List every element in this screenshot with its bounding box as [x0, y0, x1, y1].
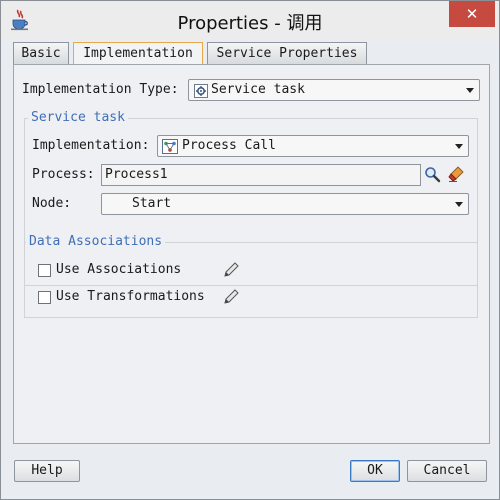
properties-dialog: Properties - 调用 ✕ Basic Implementation S… — [0, 0, 500, 500]
service-task-group-title: Service task — [28, 110, 128, 125]
pencil-icon[interactable] — [222, 261, 240, 279]
tab-basic[interactable]: Basic — [13, 42, 69, 64]
process-field[interactable]: Process1 — [101, 164, 421, 186]
close-button[interactable]: ✕ — [449, 1, 495, 27]
implementation-value: Process Call — [182, 138, 276, 153]
chevron-down-icon — [455, 144, 463, 149]
data-associations-group-title: Data Associations — [26, 234, 166, 249]
use-associations-checkbox[interactable] — [38, 264, 51, 277]
help-button[interactable]: Help — [14, 460, 80, 482]
implementation-type-select[interactable]: Service task — [188, 79, 480, 101]
data-associations-group — [24, 242, 478, 318]
title-bar[interactable]: Properties - 调用 ✕ — [1, 1, 499, 39]
implementation-label: Implementation: — [32, 138, 150, 153]
node-label: Node: — [32, 196, 72, 211]
cancel-button[interactable]: Cancel — [407, 460, 487, 482]
implementation-type-label: Implementation Type: — [22, 82, 179, 97]
chevron-down-icon — [466, 88, 474, 93]
node-select[interactable]: Start — [101, 193, 469, 215]
process-call-icon — [162, 139, 178, 154]
chevron-down-icon — [455, 202, 463, 207]
tab-service-properties[interactable]: Service Properties — [207, 42, 367, 64]
pencil-icon[interactable] — [222, 288, 240, 306]
implementation-panel: Implementation Type: Service task Servic… — [13, 64, 490, 444]
implementation-select[interactable]: Process Call — [157, 135, 469, 157]
use-associations-label[interactable]: Use Associations — [56, 262, 181, 277]
process-label: Process: — [32, 167, 95, 182]
process-value: Process1 — [105, 167, 168, 182]
ok-button[interactable]: OK — [350, 460, 400, 482]
gear-icon — [194, 84, 208, 98]
use-transformations-checkbox[interactable] — [38, 291, 51, 304]
magnifier-icon[interactable] — [424, 166, 441, 183]
tab-implementation[interactable]: Implementation — [73, 42, 203, 65]
implementation-type-value: Service task — [211, 82, 305, 97]
use-transformations-label[interactable]: Use Transformations — [56, 289, 205, 304]
window-title: Properties - 调用 — [177, 13, 323, 34]
node-value: Start — [132, 196, 172, 211]
eraser-icon[interactable] — [447, 165, 465, 183]
